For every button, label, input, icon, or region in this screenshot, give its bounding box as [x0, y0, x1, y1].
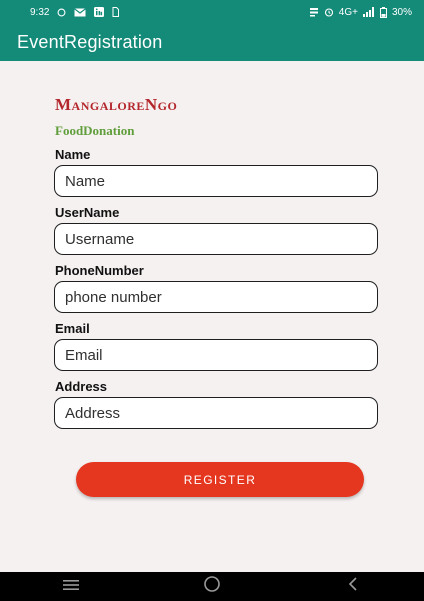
organization-title: MangaloreNgo — [55, 95, 178, 114]
recent-apps-icon — [62, 578, 80, 596]
signal-icon — [362, 7, 375, 17]
battery-percent: 30% — [391, 6, 412, 18]
home-icon — [203, 575, 221, 598]
data-speed-icon — [309, 7, 319, 17]
status-bar: 9:32 4G+ 30% — [0, 0, 424, 24]
username-label: UserName — [55, 205, 120, 220]
address-input[interactable] — [54, 397, 378, 429]
email-label: Email — [55, 321, 90, 336]
whatsapp-icon — [57, 8, 66, 17]
email-input[interactable] — [54, 339, 378, 371]
network-label: 4G+ — [338, 6, 358, 18]
sim-icon — [112, 7, 120, 17]
name-label: Name — [55, 147, 91, 162]
mail-icon — [74, 7, 87, 17]
organization-subtitle: FoodDonation — [55, 123, 135, 138]
back-icon — [347, 576, 359, 597]
status-time: 9:32 — [30, 6, 50, 18]
app-bar: EventRegistration — [0, 24, 424, 61]
home-button[interactable] — [192, 575, 232, 599]
address-label: Address — [55, 379, 108, 394]
linkedin-icon — [94, 7, 105, 17]
phone-number-label: PhoneNumber — [55, 263, 144, 278]
phone-number-input[interactable] — [54, 281, 378, 313]
register-button[interactable]: REGISTER — [76, 462, 364, 497]
name-input[interactable] — [54, 165, 378, 197]
username-input[interactable] — [54, 223, 378, 255]
navigation-bar — [0, 572, 424, 601]
app-title: EventRegistration — [17, 32, 163, 52]
alarm-icon — [324, 7, 334, 17]
back-button[interactable] — [333, 575, 373, 599]
recent-apps-button[interactable] — [51, 575, 91, 599]
battery-icon — [379, 6, 387, 18]
